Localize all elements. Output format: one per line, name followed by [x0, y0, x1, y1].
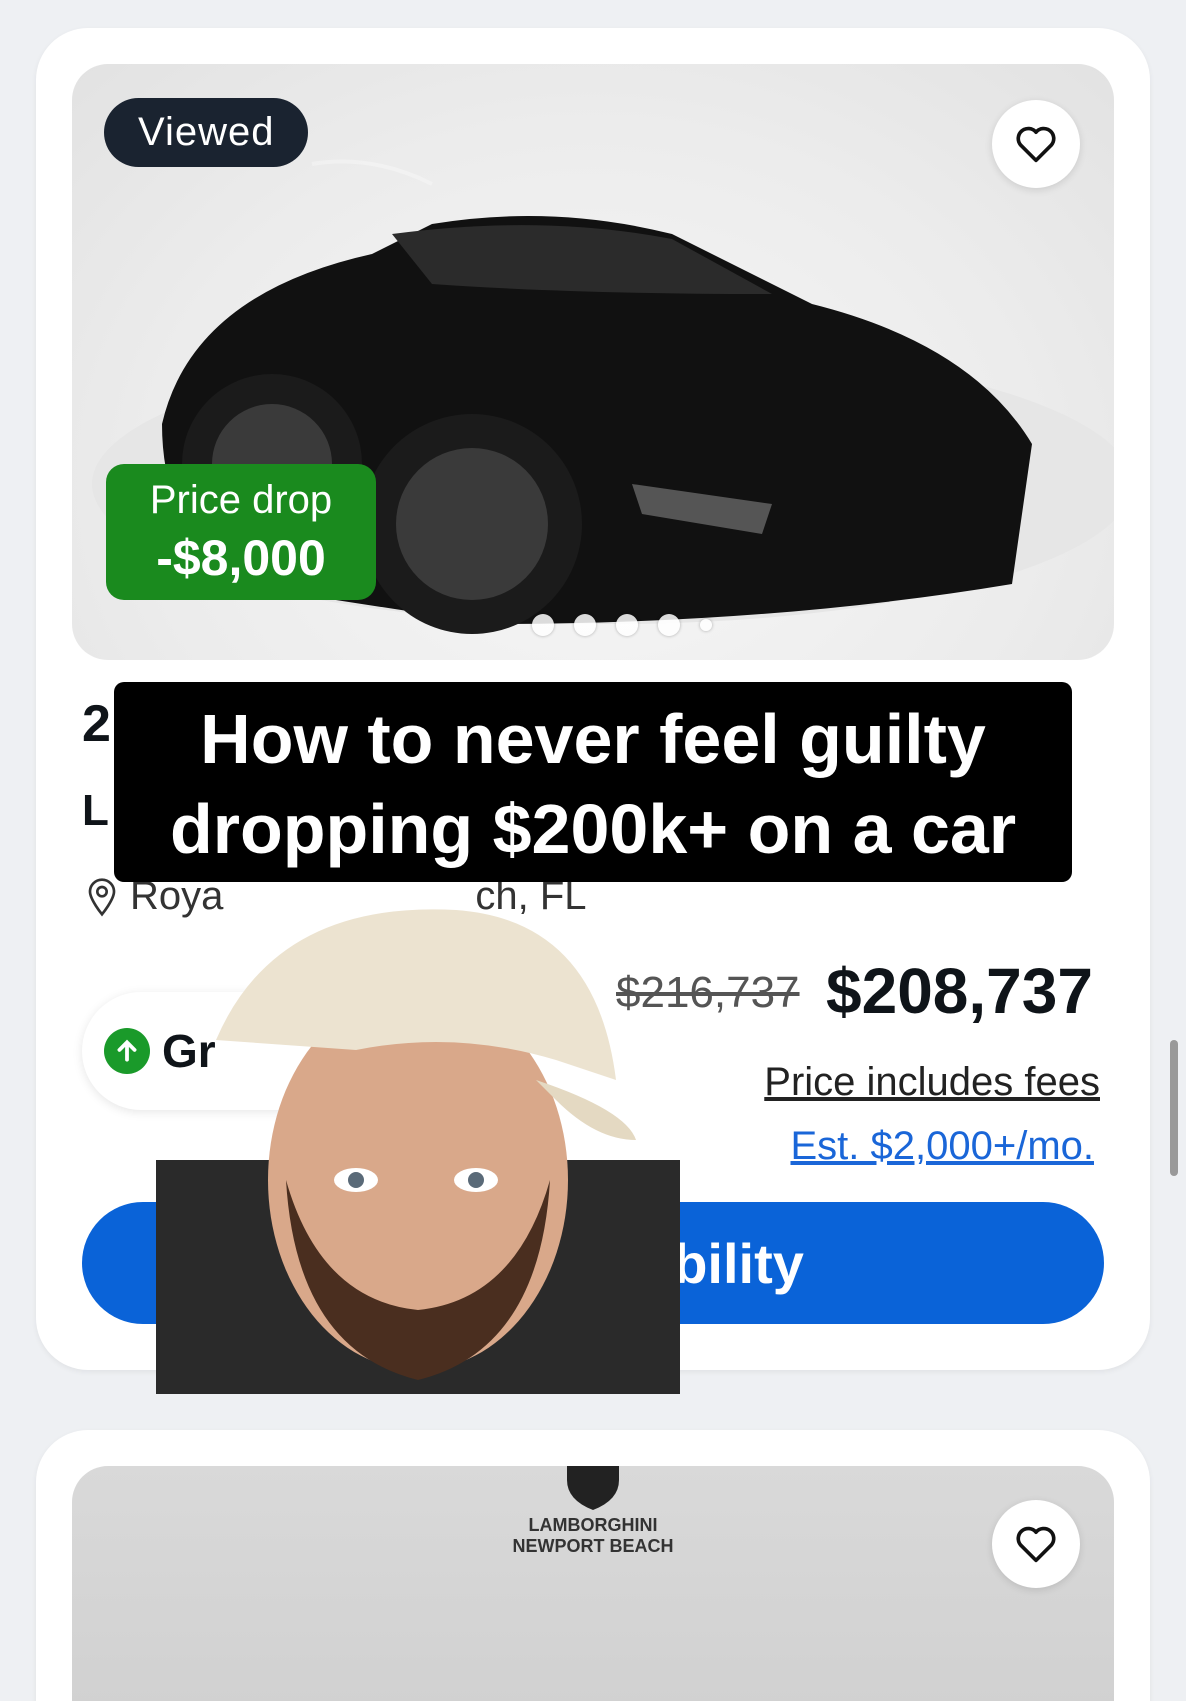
monthly-estimate-link[interactable]: Est. $2,000+/mo. — [790, 1124, 1094, 1169]
location-pin-icon — [88, 877, 116, 916]
video-caption: How to never feel guilty dropping $200k+… — [114, 682, 1072, 882]
pagination-dot[interactable] — [700, 619, 712, 631]
pagination-dot[interactable] — [616, 614, 638, 636]
current-price: $208,737 — [826, 955, 1093, 1027]
arrow-up-icon — [104, 1028, 150, 1074]
dealer-name-line1: LAMBORGHINI — [528, 1515, 658, 1535]
listing-title-model[interactable]: L — [82, 786, 109, 836]
pagination-dot[interactable] — [574, 614, 596, 636]
dealer-logo: LAMBORGHINI NEWPORT BEACH — [72, 1466, 1114, 1557]
price-drop-badge: Price drop -$8,000 — [106, 464, 376, 600]
scrollbar[interactable] — [1170, 1040, 1178, 1176]
dealer-name-line2: NEWPORT BEACH — [512, 1536, 674, 1556]
car-photo[interactable]: LAMBORGHINI NEWPORT BEACH — [72, 1466, 1114, 1701]
photo-pagination[interactable] — [532, 614, 712, 636]
price-drop-label: Price drop — [149, 478, 333, 522]
dealer-shield-icon — [567, 1466, 619, 1510]
price-fees-link[interactable]: Price includes fees — [764, 1060, 1100, 1105]
presenter-image — [156, 909, 680, 1394]
caption-line-2: dropping $200k+ on a car — [169, 790, 1017, 868]
favorite-button[interactable] — [992, 100, 1080, 188]
caption-line-1: How to never feel guilty — [200, 700, 986, 778]
price-drop-amount: -$8,000 — [156, 530, 326, 586]
pagination-dot[interactable] — [532, 614, 554, 636]
heart-icon — [1016, 1526, 1056, 1563]
presenter-overlay — [156, 880, 680, 1394]
favorite-button[interactable] — [992, 1500, 1080, 1588]
listing-title-year[interactable]: 2 — [82, 694, 111, 754]
viewed-badge: Viewed — [104, 98, 309, 167]
listing-card[interactable]: LAMBORGHINI NEWPORT BEACH — [36, 1430, 1150, 1701]
heart-icon — [1016, 126, 1056, 163]
pagination-dot[interactable] — [658, 614, 680, 636]
